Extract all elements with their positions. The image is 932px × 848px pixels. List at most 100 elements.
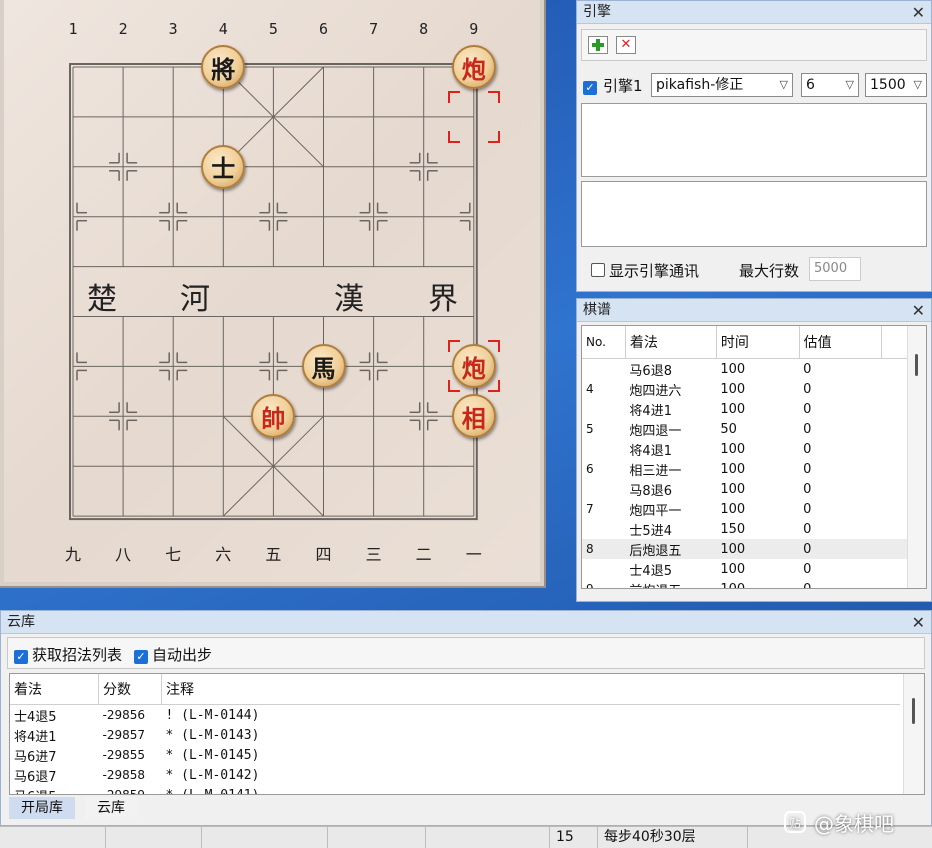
engine1-checkbox[interactable]: ✓ — [583, 77, 597, 95]
cloud-scrollbar[interactable] — [903, 674, 924, 794]
record-cell-move: 将4退1 — [629, 443, 672, 459]
record-cell-move: 炮四退一 — [629, 423, 682, 439]
cloud-row[interactable]: 士4退5 -29856 ! (L-M-0144) — [10, 705, 900, 726]
cloud-col-move[interactable]: 着法 — [10, 674, 99, 705]
piece-black[interactable]: 士 — [201, 144, 246, 189]
record-cell-eval: 0 — [803, 521, 812, 537]
record-cell-move: 士5进4 — [629, 523, 672, 539]
chevron-down-icon: ▽ — [779, 78, 788, 91]
record-row[interactable]: 9 前炮退五 100 0 — [582, 579, 908, 589]
record-table: No. 着法 时间 估值 马6退8 100 0 4 炮四进六 100 0 将4进1 100 0 5 炮… — [582, 326, 908, 589]
engine1-label: 引擎1 — [603, 77, 643, 95]
engine-output-box-1[interactable] — [581, 103, 927, 177]
record-table-box: No. 着法 时间 估值 马6退8 100 0 4 炮四进六 100 0 将4进1 100 0 5 炮… — [581, 325, 927, 589]
time-select-value: 1500 — [870, 77, 906, 93]
status-cell-3 — [202, 827, 328, 848]
cloud-row[interactable]: 马6退7 -29858 * (L-M-0142) — [10, 765, 900, 785]
record-cell-move: 相三进一 — [629, 463, 682, 479]
piece-red[interactable]: 炮 — [451, 45, 496, 89]
file-number-bottom: 一 — [465, 545, 482, 564]
record-scrollbar[interactable] — [907, 326, 926, 588]
move-count: 15 — [550, 827, 598, 848]
engine-close-icon[interactable]: ✕ — [912, 3, 925, 22]
record-cell-time: 100 — [720, 381, 746, 397]
max-lines-input[interactable]: 5000 — [809, 257, 861, 281]
record-row[interactable]: 马6退8 100 0 — [582, 359, 908, 380]
piece-black[interactable]: 將 — [201, 45, 246, 89]
record-cell-move: 后炮退五 — [629, 543, 682, 559]
file-number-top: 3 — [168, 20, 178, 38]
cloud-close-icon[interactable]: ✕ — [912, 613, 925, 632]
cloud-row[interactable]: 马6进7 -29855 * (L-M-0145) — [10, 745, 900, 765]
record-cell-no — [582, 439, 625, 459]
cloud-cell-note: * (L-M-0145) — [165, 747, 260, 763]
show-comm-checkbox[interactable] — [591, 263, 605, 279]
record-cell-time: 100 — [720, 501, 746, 517]
cloud-row[interactable]: 马6退5-29859 * (L-M-0141) — [10, 785, 900, 795]
piece-black[interactable]: 馬 — [301, 344, 346, 389]
remove-engine-icon[interactable]: ✕ — [616, 36, 636, 54]
cloud-col-note[interactable]: 注释 — [161, 674, 900, 705]
board-grid — [69, 63, 478, 521]
record-cell-move: 炮四进六 — [629, 383, 682, 399]
col-header-extra — [881, 326, 908, 359]
col-header-move[interactable]: 着法 — [625, 326, 717, 359]
tab-opening-book[interactable]: 开局库 — [9, 797, 75, 819]
record-row[interactable]: 将4进1 100 0 — [582, 399, 908, 419]
cloud-scroll-thumb[interactable] — [912, 698, 915, 724]
record-row[interactable]: 士5进4 150 0 — [582, 519, 908, 539]
record-cell-eval: 0 — [803, 421, 812, 437]
record-cell-time: 100 — [720, 581, 746, 589]
time-select[interactable]: 1500 ▽ — [865, 73, 927, 97]
record-row[interactable]: 士4退5 100 0 — [582, 559, 908, 579]
cloud-col-score[interactable]: 分数 — [98, 674, 162, 705]
record-cell-time: 100 — [720, 401, 746, 417]
record-row[interactable]: 将4退1 100 0 — [582, 439, 908, 459]
record-close-icon[interactable]: ✕ — [912, 301, 925, 320]
record-cell-time: 100 — [720, 361, 746, 377]
record-cell-move: 将4进1 — [629, 403, 672, 419]
cloud-cell-score: -29857 — [102, 728, 146, 742]
cloud-cell-move: 将4进1 — [14, 729, 57, 745]
cloud-row[interactable]: 将4进1 -29857 * (L-M-0143) — [10, 725, 900, 745]
cloud-cell-move: 马6退7 — [14, 769, 57, 785]
add-engine-icon[interactable] — [588, 36, 608, 54]
record-cell-time: 100 — [720, 441, 746, 457]
auto-move-label: 自动出步 — [152, 646, 213, 664]
col-header-time[interactable]: 时间 — [716, 326, 800, 359]
auto-move-checkbox[interactable]: ✓ — [134, 646, 148, 664]
record-cell-no: 6 — [586, 462, 594, 476]
river-char-chu: 楚 — [87, 282, 117, 317]
piece-red[interactable]: 炮 — [451, 344, 496, 389]
piece-red[interactable]: 相 — [451, 394, 496, 439]
record-row[interactable]: 6 相三进一 100 0 — [582, 459, 908, 479]
record-row[interactable]: 5 炮四退一 50 0 — [582, 419, 908, 439]
record-scroll-thumb[interactable] — [915, 354, 918, 376]
record-cell-eval: 0 — [803, 561, 812, 577]
cloud-cell-move: 马6退5 — [10, 785, 99, 795]
fetch-moves-checkbox[interactable]: ✓ — [14, 646, 28, 664]
engine-select[interactable]: pikafish-修正 ▽ — [651, 73, 793, 97]
file-number-top: 2 — [118, 20, 128, 38]
record-row[interactable]: 4 炮四进六 100 0 — [582, 379, 908, 399]
depth-select-value: 6 — [806, 77, 815, 93]
record-cell-eval: 0 — [803, 361, 812, 377]
engine-output-box-2[interactable] — [581, 181, 927, 247]
record-cell-time: 100 — [720, 481, 746, 497]
tab-cloud[interactable]: 云库 — [85, 797, 137, 819]
col-header-eval[interactable]: 估值 — [799, 326, 883, 359]
record-cell-eval: 0 — [803, 401, 812, 417]
record-cell-no: 5 — [586, 422, 594, 436]
col-header-no[interactable]: No. — [582, 326, 626, 359]
max-lines-label: 最大行数 — [739, 262, 800, 280]
record-panel-title: 棋谱 — [577, 299, 931, 322]
record-row[interactable]: 8 后炮退五 100 0 — [582, 539, 908, 559]
record-row[interactable]: 马8退6 100 0 — [582, 479, 908, 499]
cloud-cell-note: ! (L-M-0144) — [165, 707, 260, 723]
depth-select[interactable]: 6 ▽ — [801, 73, 859, 97]
file-number-top: 5 — [268, 20, 278, 38]
cloud-toolbar: ✓ 获取招法列表 ✓ 自动出步 — [7, 637, 925, 669]
record-row[interactable]: 7 炮四平一 100 0 — [582, 499, 908, 519]
engine-toolbar: ✕ — [581, 29, 927, 61]
record-cell-no — [582, 359, 625, 380]
